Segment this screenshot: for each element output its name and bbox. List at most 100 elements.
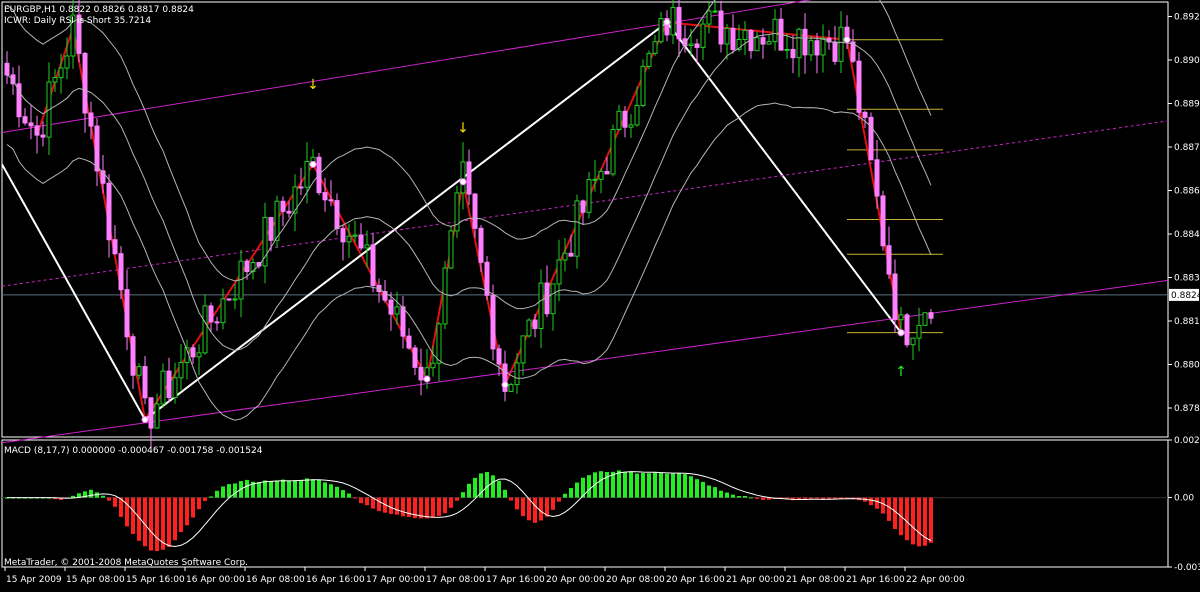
candle-body bbox=[340, 228, 346, 243]
macd-bar bbox=[311, 479, 315, 498]
macd-bar bbox=[125, 497, 129, 527]
candle-body bbox=[550, 283, 556, 315]
time-tick-label: 20 Apr 00:00 bbox=[546, 575, 605, 585]
macd-bar bbox=[869, 497, 873, 506]
macd-bar bbox=[515, 497, 519, 510]
macd-bar bbox=[557, 497, 561, 502]
candle-body bbox=[130, 336, 136, 376]
macd-bar bbox=[815, 497, 819, 499]
candle-body bbox=[910, 337, 916, 346]
candle-body bbox=[442, 267, 448, 325]
zigzag-line bbox=[36, 21, 902, 423]
candle-body bbox=[784, 48, 790, 51]
macd-bar bbox=[377, 497, 381, 512]
candle-body bbox=[886, 245, 892, 275]
macd-bar bbox=[71, 495, 75, 498]
macd-bar bbox=[305, 478, 309, 498]
candle-body bbox=[118, 253, 124, 291]
macd-bar bbox=[755, 497, 759, 499]
candle-body bbox=[436, 323, 442, 364]
candle-body bbox=[394, 306, 400, 315]
candle-body bbox=[208, 305, 214, 323]
macd-bar bbox=[227, 484, 231, 498]
candle-body bbox=[520, 335, 526, 364]
indicator-label: ICWR: Daily RSI is Short 35.7214 bbox=[4, 16, 151, 26]
candle-body bbox=[142, 366, 148, 399]
candle-body bbox=[772, 18, 778, 43]
macd-bar bbox=[659, 472, 663, 498]
macd-bar bbox=[365, 497, 369, 506]
candle-body bbox=[88, 112, 94, 127]
candle-body bbox=[412, 347, 418, 368]
macd-bar bbox=[455, 497, 459, 501]
candle-body bbox=[298, 186, 304, 189]
sell-arrow-icon: ↓ bbox=[457, 121, 469, 137]
candle-body bbox=[430, 362, 436, 369]
time-tick-label: 15 Apr 2009 bbox=[6, 575, 62, 585]
candle-body bbox=[94, 125, 100, 172]
buy-arrow-icon: ↑ bbox=[895, 364, 907, 380]
time-tick-label: 20 Apr 16:00 bbox=[666, 575, 725, 585]
macd-bar bbox=[425, 497, 429, 519]
macd-bar bbox=[341, 490, 345, 498]
time-tick-label: 15 Apr 16:00 bbox=[126, 575, 185, 585]
macd-bar bbox=[359, 497, 363, 504]
candle-body bbox=[856, 60, 862, 113]
major-trend-line bbox=[1, 20, 902, 422]
macd-bar bbox=[683, 474, 687, 498]
symbol-title: EURGBP,H1 0.8822 0.8826 0.8817 0.8824 bbox=[4, 5, 194, 15]
macd-bar bbox=[917, 497, 921, 547]
candle-body bbox=[718, 10, 724, 45]
candle-body bbox=[28, 122, 34, 127]
price-tick-label: 0.8830 bbox=[1174, 274, 1200, 284]
macd-bar bbox=[875, 497, 879, 509]
candle-body bbox=[226, 298, 232, 301]
candle-body bbox=[712, 10, 718, 13]
candle-body bbox=[706, 10, 712, 25]
macd-bar bbox=[617, 470, 621, 498]
macd-bar bbox=[257, 482, 261, 498]
candle-body bbox=[508, 384, 514, 392]
current-price-label: 0.8824 bbox=[1171, 291, 1200, 301]
time-tick-label: 17 Apr 16:00 bbox=[486, 575, 545, 585]
chart-area: ↓ ↓ ↑ 0.8920 0.8905 0.8890 0.8875 0.8860 0.8845… bbox=[0, 0, 1200, 588]
price-tick-label: 0.8905 bbox=[1174, 56, 1200, 66]
candle-body bbox=[112, 239, 118, 255]
candle-body bbox=[172, 377, 178, 399]
time-tick-label: 16 Apr 08:00 bbox=[246, 575, 305, 585]
macd-bar bbox=[497, 480, 501, 498]
macd-bar bbox=[461, 492, 465, 498]
macd-bar bbox=[569, 488, 573, 498]
price-tick-label: 0.8920 bbox=[1174, 13, 1200, 23]
macd-bar bbox=[293, 480, 297, 498]
candle-body bbox=[490, 294, 496, 350]
candle-body bbox=[40, 134, 46, 138]
candle-body bbox=[766, 41, 772, 45]
macd-bar bbox=[749, 497, 753, 499]
macd-bar bbox=[911, 497, 915, 545]
macd-bar bbox=[179, 497, 183, 533]
macd-bar bbox=[713, 487, 717, 498]
swing-point bbox=[843, 36, 851, 44]
swing-point bbox=[141, 416, 149, 424]
macd-bar bbox=[323, 482, 327, 498]
macd-bar bbox=[563, 493, 567, 498]
candle-body bbox=[280, 200, 286, 212]
candle-body bbox=[730, 27, 736, 50]
candle-body bbox=[304, 161, 310, 188]
macd-bar bbox=[233, 483, 237, 498]
macd-bar bbox=[905, 497, 909, 541]
macd-bar bbox=[467, 483, 471, 498]
macd-bar bbox=[197, 497, 201, 510]
candle-body bbox=[136, 366, 142, 376]
macd-bar bbox=[725, 492, 729, 498]
candle-body bbox=[634, 104, 640, 126]
candle-body bbox=[670, 7, 676, 36]
candle-body bbox=[556, 259, 562, 285]
candle-body bbox=[640, 65, 646, 106]
candle-body bbox=[322, 192, 328, 201]
candle-body bbox=[688, 43, 694, 47]
macd-bar bbox=[143, 497, 147, 547]
candle-body bbox=[400, 306, 406, 337]
macd-bar bbox=[329, 484, 333, 498]
